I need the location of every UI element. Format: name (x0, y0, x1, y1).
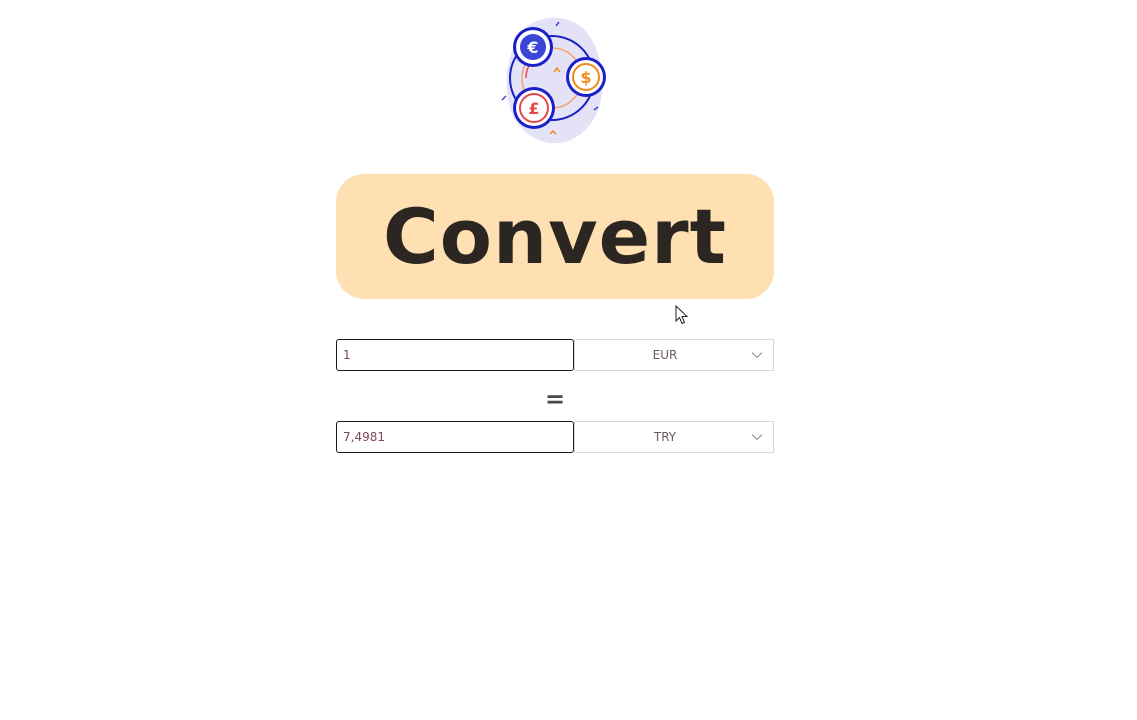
chevron-down-icon (751, 434, 763, 441)
currency-converter-page: € $ £ Convert 1 EUR = 7,4981 TRY (0, 0, 1137, 720)
from-amount-input[interactable]: 1 (336, 339, 574, 371)
to-amount-input[interactable]: 7,4981 (336, 421, 574, 453)
to-row: 7,4981 TRY (336, 421, 774, 453)
equals-sign: = (545, 385, 566, 413)
currency-exchange-logo-icon: € $ £ (501, 17, 606, 144)
to-currency-select[interactable]: TRY (574, 421, 774, 453)
convert-button[interactable]: Convert (336, 174, 774, 299)
chevron-down-icon (751, 352, 763, 359)
from-currency-label: EUR (652, 348, 678, 362)
pound-symbol: £ (528, 99, 539, 118)
to-currency-label: TRY (653, 430, 677, 444)
from-currency-select[interactable]: EUR (574, 339, 774, 371)
from-row: 1 EUR (336, 339, 774, 371)
mouse-pointer-icon (675, 305, 688, 325)
euro-symbol: € (526, 38, 538, 57)
dollar-symbol: $ (580, 68, 591, 87)
